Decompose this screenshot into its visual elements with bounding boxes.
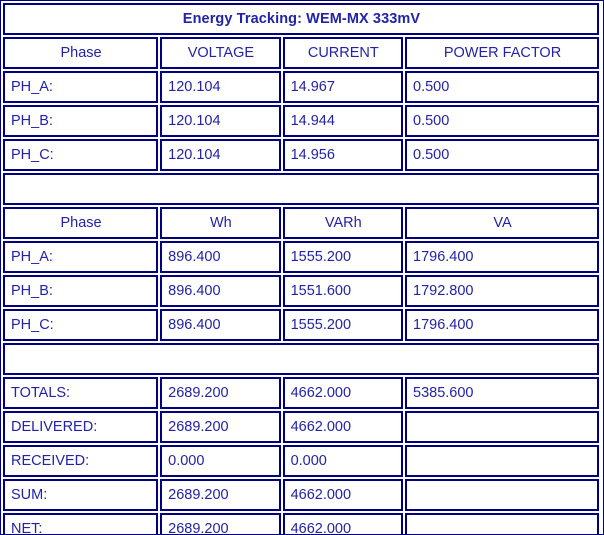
cell-wh: 2689.200	[160, 479, 281, 511]
cell-empty	[405, 445, 599, 477]
column-header-va: VA	[405, 207, 599, 239]
cell-phase: PH_B:	[3, 105, 159, 137]
cell-current: 14.944	[282, 105, 404, 137]
cell-label: DELIVERED:	[3, 411, 159, 443]
cell-voltage: 120.104	[160, 139, 281, 171]
table-row: PH_A: 120.104 14.967 0.500	[3, 71, 599, 103]
section-spacer-row	[3, 173, 599, 205]
cell-varh: 0.000	[282, 445, 404, 477]
cell-label: TOTALS:	[3, 377, 159, 409]
cell-power-factor: 0.500	[405, 105, 599, 137]
column-header-power-factor: POWER FACTOR	[405, 37, 599, 69]
cell-phase: PH_A:	[3, 71, 159, 103]
cell-current: 14.956	[282, 139, 404, 171]
energy-tracking-table: Energy Tracking: WEM-MX 333mV Phase VOLT…	[1, 1, 601, 534]
energy-header-row: Phase Wh VARh VA	[3, 207, 599, 239]
table-row-totals: TOTALS: 2689.200 4662.000 5385.600	[3, 377, 599, 409]
cell-varh: 4662.000	[282, 513, 404, 534]
table-row: PH_B: 120.104 14.944 0.500	[3, 105, 599, 137]
title-row: Energy Tracking: WEM-MX 333mV	[3, 3, 599, 35]
cell-wh: 2689.200	[160, 513, 281, 534]
cell-va: 5385.600	[405, 377, 599, 409]
cell-va: 1796.400	[405, 309, 599, 341]
column-header-current: CURRENT	[282, 37, 404, 69]
spacer-cell	[3, 173, 599, 205]
cell-empty	[405, 479, 599, 511]
cell-phase: PH_C:	[3, 309, 159, 341]
cell-wh: 2689.200	[160, 411, 281, 443]
cell-voltage: 120.104	[160, 105, 281, 137]
cell-phase: PH_A:	[3, 241, 159, 273]
cell-varh: 1555.200	[282, 241, 404, 273]
instant-header-row: Phase VOLTAGE CURRENT POWER FACTOR	[3, 37, 599, 69]
cell-wh: 896.400	[160, 309, 281, 341]
cell-varh: 1551.600	[282, 275, 404, 307]
cell-wh: 2689.200	[160, 377, 281, 409]
table-row: PH_C: 896.400 1555.200 1796.400	[3, 309, 599, 341]
cell-phase: PH_B:	[3, 275, 159, 307]
cell-power-factor: 0.500	[405, 71, 599, 103]
column-header-voltage: VOLTAGE	[160, 37, 281, 69]
cell-wh: 896.400	[160, 241, 281, 273]
table-row: PH_A: 896.400 1555.200 1796.400	[3, 241, 599, 273]
cell-current: 14.967	[282, 71, 404, 103]
cell-phase: PH_C:	[3, 139, 159, 171]
page-title: Energy Tracking: WEM-MX 333mV	[3, 3, 599, 35]
column-header-phase-1: Phase	[3, 37, 159, 69]
table-row: PH_C: 120.104 14.956 0.500	[3, 139, 599, 171]
cell-varh: 4662.000	[282, 377, 404, 409]
column-header-varh: VARh	[282, 207, 404, 239]
section-spacer-row	[3, 343, 599, 375]
cell-wh: 0.000	[160, 445, 281, 477]
table-row-delivered: DELIVERED: 2689.200 4662.000	[3, 411, 599, 443]
cell-voltage: 120.104	[160, 71, 281, 103]
table-row-received: RECEIVED: 0.000 0.000	[3, 445, 599, 477]
cell-power-factor: 0.500	[405, 139, 599, 171]
cell-varh: 4662.000	[282, 479, 404, 511]
cell-varh: 4662.000	[282, 411, 404, 443]
cell-empty	[405, 411, 599, 443]
cell-wh: 896.400	[160, 275, 281, 307]
cell-va: 1796.400	[405, 241, 599, 273]
cell-label: NET:	[3, 513, 159, 534]
energy-tracking-page: Energy Tracking: WEM-MX 333mV Phase VOLT…	[0, 0, 604, 535]
cell-label: SUM:	[3, 479, 159, 511]
cell-label: RECEIVED:	[3, 445, 159, 477]
table-row: PH_B: 896.400 1551.600 1792.800	[3, 275, 599, 307]
cell-empty	[405, 513, 599, 534]
table-row-sum: SUM: 2689.200 4662.000	[3, 479, 599, 511]
column-header-wh: Wh	[160, 207, 281, 239]
cell-varh: 1555.200	[282, 309, 404, 341]
cell-va: 1792.800	[405, 275, 599, 307]
column-header-phase-2: Phase	[3, 207, 159, 239]
table-row-net: NET: 2689.200 4662.000	[3, 513, 599, 534]
spacer-cell	[3, 343, 599, 375]
